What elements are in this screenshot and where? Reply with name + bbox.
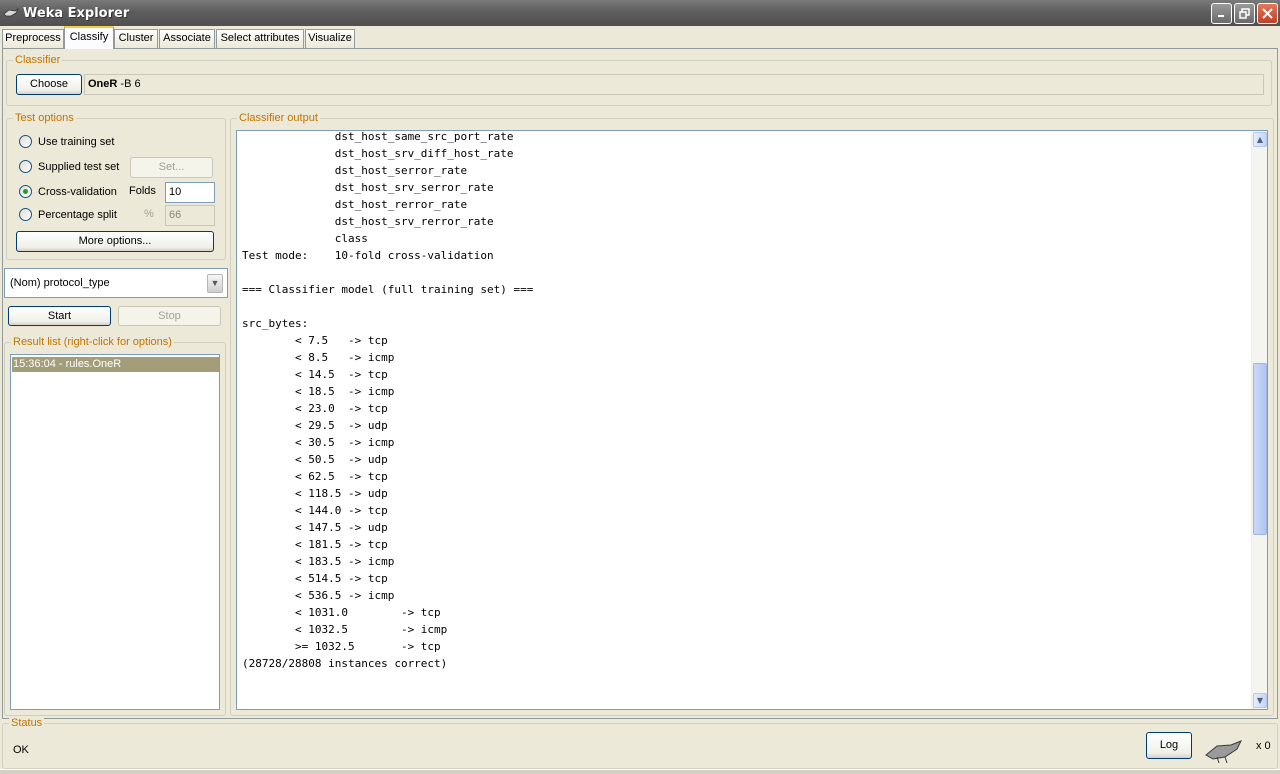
status-group: Status [2,717,1278,769]
classifier-output-text: dst_host_same_src_port_rate dst_host_srv… [242,130,534,672]
output-line: dst_host_srv_diff_host_rate [242,147,514,160]
output-line: Test mode: 10-fold cross-validation [242,249,494,262]
percent-label: % [144,208,154,220]
output-line: class [242,232,368,245]
weka-bird-status-icon [1205,740,1243,764]
minimize-icon [1218,15,1224,17]
use-training-set-label: Use training set [38,135,115,148]
tab-associate[interactable]: Associate [159,29,215,48]
window-title: Weka Explorer [23,5,130,21]
output-line: < 144.0 -> tcp [242,504,388,517]
output-line: < 536.5 -> icmp [242,589,395,602]
percent-input[interactable]: 66 [165,205,215,226]
classifier-config-field[interactable]: OneR -B 6 [84,74,1264,95]
cross-validation-label: Cross-validation [38,185,117,198]
output-line: dst_host_rerror_rate [242,198,468,211]
output-line: < 14.5 -> tcp [242,368,388,381]
chevron-down-icon[interactable]: ▼ [207,274,223,293]
task-count: x 0 [1256,740,1271,752]
more-options-button[interactable]: More options... [16,231,214,252]
result-list-item[interactable]: 15:36:04 - rules.OneR [12,357,219,372]
output-line: < 181.5 -> tcp [242,538,388,551]
output-line: === Classifier model (full training set)… [242,283,534,296]
cross-validation-option[interactable]: Cross-validation [19,185,117,198]
output-line: < 18.5 -> icmp [242,385,395,398]
output-line: (28728/28808 instances correct) [242,657,448,670]
output-line: < 147.5 -> udp [242,521,388,534]
status-text: OK [13,744,29,756]
restore-icon [1239,8,1250,19]
output-line: < 7.5 -> tcp [242,334,388,347]
output-line: dst_host_srv_rerror_rate [242,215,494,228]
folds-input[interactable]: 10 [165,182,215,203]
cross-validation-radio[interactable] [19,185,32,198]
folds-label: Folds [129,185,156,197]
bottom-edge [0,769,1280,774]
class-attribute-value: (Nom) protocol_type [10,277,110,289]
classifier-output-text-area[interactable]: dst_host_same_src_port_rate dst_host_srv… [236,130,1268,710]
status-group-title: Status [9,717,45,729]
percentage-split-option[interactable]: Percentage split [19,208,117,221]
tab-cluster[interactable]: Cluster [114,29,158,48]
output-line: dst_host_same_src_port_rate [242,130,514,143]
output-line: src_bytes: [242,317,309,330]
output-line: < 514.5 -> tcp [242,572,388,585]
tab-preprocess[interactable]: Preprocess [2,29,64,48]
output-line: < 1031.0 -> tcp [242,606,441,619]
log-button[interactable]: Log [1146,732,1192,759]
supplied-test-set-option[interactable]: Supplied test set [19,160,119,173]
weka-bird-icon [3,7,19,17]
output-line: dst_host_srv_serror_rate [242,181,494,194]
classifier-group-title: Classifier [13,54,63,66]
tab-classify[interactable]: Classify [64,26,114,49]
supplied-test-set-radio[interactable] [19,160,32,173]
scroll-down-arrow-icon[interactable]: ▼ [1253,693,1267,708]
title-bar: Weka Explorer [0,0,1280,26]
stop-button[interactable]: Stop [118,306,221,326]
test-options-group-title: Test options [13,112,76,124]
classifier-output-group-title: Classifier output [237,112,320,124]
percentage-split-radio[interactable] [19,208,32,221]
scroll-up-arrow-icon[interactable]: ▲ [1253,132,1267,147]
start-button[interactable]: Start [8,306,111,326]
tab-visualize[interactable]: Visualize [305,29,355,48]
close-button[interactable] [1257,3,1278,24]
output-line: < 29.5 -> udp [242,419,388,432]
classifier-name: OneR [88,78,118,90]
output-line: < 1032.5 -> icmp [242,623,448,636]
output-line: dst_host_serror_rate [242,164,468,177]
output-line: < 8.5 -> icmp [242,351,395,364]
use-training-set-radio[interactable] [19,135,32,148]
set-test-set-button[interactable]: Set... [130,157,213,178]
minimize-button[interactable] [1211,3,1232,24]
tab-strip: Preprocess Classify Cluster Associate Se… [0,26,1280,49]
class-attribute-select[interactable]: (Nom) protocol_type ▼ [4,268,228,298]
result-list[interactable]: 15:36:04 - rules.OneR [10,354,220,710]
output-line: < 118.5 -> udp [242,487,388,500]
output-line: < 30.5 -> icmp [242,436,395,449]
scroll-thumb[interactable] [1253,363,1267,535]
tab-select-attributes[interactable]: Select attributes [216,29,304,48]
use-training-set-option[interactable]: Use training set [19,135,114,148]
output-line: >= 1032.5 -> tcp [242,640,441,653]
close-icon [1262,8,1273,19]
percentage-split-label: Percentage split [38,208,117,221]
output-line: < 183.5 -> icmp [242,555,395,568]
restore-button[interactable] [1234,3,1255,24]
output-line: < 23.0 -> tcp [242,402,388,415]
output-line: < 50.5 -> udp [242,453,388,466]
output-line: < 62.5 -> tcp [242,470,388,483]
result-list-group-title: Result list (right-click for options) [11,336,174,348]
choose-button[interactable]: Choose [16,74,82,95]
supplied-test-set-label: Supplied test set [38,160,120,173]
classifier-options: -B 6 [120,78,141,90]
output-vertical-scrollbar[interactable]: ▲ ▼ [1251,131,1267,709]
